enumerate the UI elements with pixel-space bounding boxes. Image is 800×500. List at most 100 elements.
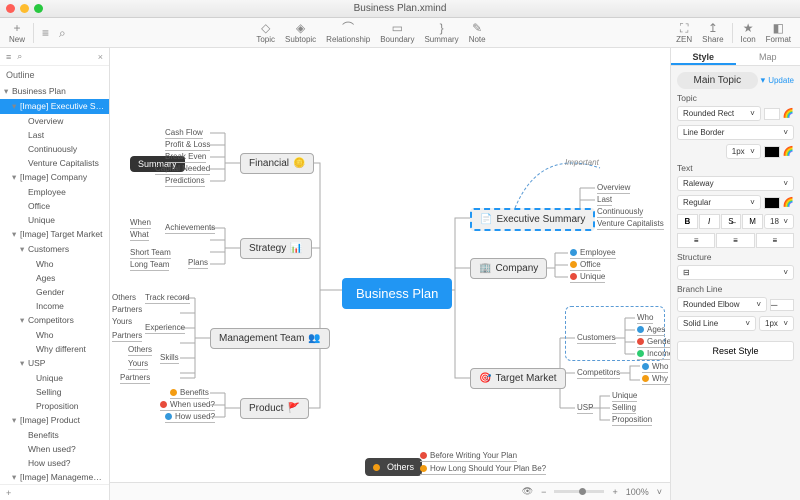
topic-button[interactable]: ◇Topic bbox=[251, 20, 280, 45]
outline-item[interactable]: ▾[Image] Product bbox=[0, 413, 109, 428]
border-width[interactable]: 1px˅ bbox=[726, 144, 761, 159]
outline-item[interactable]: ▾USP bbox=[0, 356, 109, 371]
sub[interactable]: Partners bbox=[120, 373, 150, 384]
chevron-down-icon[interactable]: ▾ bbox=[761, 75, 766, 86]
color-icon[interactable]: 🌈 bbox=[783, 197, 794, 208]
sub[interactable]: Achievements bbox=[165, 223, 215, 234]
zoom-out[interactable]: − bbox=[541, 487, 546, 497]
sub[interactable]: When bbox=[130, 218, 151, 229]
icon-button[interactable]: ★Icon bbox=[736, 20, 761, 45]
tab-map[interactable]: Map bbox=[736, 48, 800, 65]
relationship-button[interactable]: ⌒Relationship bbox=[321, 20, 375, 45]
zen-button[interactable]: ⛶ZEN bbox=[671, 20, 697, 45]
sub[interactable]: When used? bbox=[160, 400, 215, 411]
outline-item[interactable]: Benefits bbox=[0, 428, 109, 442]
sub[interactable]: Break Even bbox=[165, 152, 206, 163]
outline-item[interactable]: How used? bbox=[0, 456, 109, 470]
outline-item[interactable]: Who bbox=[0, 257, 109, 271]
product-node[interactable]: Product🚩 bbox=[240, 398, 309, 419]
outline-item[interactable]: ▾Competitors bbox=[0, 313, 109, 328]
sub[interactable]: Benefits bbox=[170, 388, 209, 399]
text-swatch[interactable] bbox=[764, 197, 780, 209]
minimize-icon[interactable] bbox=[20, 4, 29, 13]
font-size[interactable]: 18˅ bbox=[764, 214, 794, 229]
border-select[interactable]: Line Border˅ bbox=[677, 125, 794, 140]
outline-item[interactable]: Employee bbox=[0, 185, 109, 199]
outline-item[interactable]: ▾Business Plan bbox=[0, 84, 109, 99]
close-icon[interactable]: × bbox=[98, 52, 103, 62]
sub[interactable]: Yours bbox=[112, 317, 132, 326]
share-button[interactable]: ↥Share bbox=[697, 20, 728, 45]
outline-item[interactable]: Unique bbox=[0, 371, 109, 385]
outline-item[interactable]: Continuously bbox=[0, 142, 109, 156]
exec-summary-node[interactable]: 📄Executive Summary bbox=[470, 208, 595, 231]
subtopic-button[interactable]: ◈Subtopic bbox=[280, 20, 321, 45]
eye-icon[interactable]: 👁 bbox=[522, 486, 533, 497]
outline-item[interactable]: ▾[Image] Management Team bbox=[0, 470, 109, 484]
chevron-down-icon[interactable]: ˅ bbox=[657, 487, 662, 497]
sub[interactable]: Partners bbox=[112, 331, 142, 342]
sub[interactable]: Employee bbox=[570, 248, 616, 259]
note-button[interactable]: ✎Note bbox=[464, 20, 491, 45]
maximize-icon[interactable] bbox=[34, 4, 43, 13]
align-right[interactable]: ≡ bbox=[756, 233, 794, 248]
sub[interactable]: Partners bbox=[112, 305, 142, 314]
case-button[interactable]: M bbox=[742, 214, 763, 229]
outline-item[interactable]: Gender bbox=[0, 285, 109, 299]
sub[interactable]: How used? bbox=[165, 412, 215, 423]
topic-type-chip[interactable]: Main Topic bbox=[677, 72, 758, 89]
others-node[interactable]: Others bbox=[365, 458, 422, 476]
sub[interactable]: Unique bbox=[570, 272, 605, 283]
align-left[interactable]: ≡ bbox=[677, 233, 715, 248]
outline-item[interactable]: Unique bbox=[0, 213, 109, 227]
boundary-button[interactable]: ▭Boundary bbox=[375, 20, 419, 45]
tab-style[interactable]: Style bbox=[671, 48, 736, 65]
sub[interactable]: Plans bbox=[188, 258, 208, 269]
branch-style[interactable]: Solid Line˅ bbox=[677, 316, 756, 331]
sub[interactable]: Competitors bbox=[577, 368, 620, 379]
outline-item[interactable]: ▾Customers bbox=[0, 242, 109, 257]
sub[interactable]: Unique bbox=[612, 391, 637, 402]
sub[interactable]: Others bbox=[128, 345, 152, 356]
color-icon[interactable]: 🌈 bbox=[783, 146, 794, 157]
outline-item[interactable]: Ages bbox=[0, 271, 109, 285]
sub[interactable]: Skills bbox=[160, 353, 179, 364]
border-swatch[interactable] bbox=[764, 146, 780, 158]
central-topic[interactable]: Business Plan bbox=[342, 278, 452, 309]
structure-select[interactable]: ⊟˅ bbox=[677, 265, 794, 280]
list-icon[interactable]: ≡ bbox=[6, 52, 11, 62]
company-node[interactable]: 🏢Company bbox=[470, 258, 547, 279]
sub[interactable]: Office bbox=[570, 260, 601, 271]
sub[interactable]: Before Writing Your Plan bbox=[420, 451, 517, 462]
italic-button[interactable]: I bbox=[699, 214, 720, 229]
sub[interactable]: Profit & Loss bbox=[165, 140, 210, 151]
summary-button[interactable]: }Summary bbox=[419, 20, 463, 45]
sub[interactable]: What bbox=[130, 230, 149, 241]
sub[interactable]: Others bbox=[112, 293, 136, 302]
sub[interactable]: Capital Needed bbox=[155, 164, 210, 175]
sub[interactable]: Gender bbox=[637, 337, 670, 348]
search-button[interactable]: ⌕ bbox=[54, 25, 71, 41]
weight-select[interactable]: Regular˅ bbox=[677, 195, 761, 210]
sub[interactable]: Who bbox=[642, 362, 668, 373]
sub[interactable]: Yours bbox=[128, 359, 148, 370]
outline-item[interactable]: Office bbox=[0, 199, 109, 213]
reset-style-button[interactable]: Reset Style bbox=[677, 341, 794, 361]
outline-item[interactable]: Proposition bbox=[0, 399, 109, 413]
target-market-node[interactable]: 🎯Target Market bbox=[470, 368, 566, 389]
mgmt-node[interactable]: Management Team👥 bbox=[210, 328, 330, 349]
strategy-node[interactable]: Strategy📊 bbox=[240, 238, 312, 259]
outline-item[interactable]: Venture Capitalists bbox=[0, 156, 109, 170]
sub[interactable]: Overview bbox=[597, 183, 630, 194]
sub[interactable]: Short Team bbox=[130, 248, 171, 259]
sub[interactable]: Ages bbox=[637, 325, 665, 336]
outline-tree[interactable]: ▾Business Plan▾[Image] Executive Summary… bbox=[0, 84, 109, 484]
outline-item[interactable]: Last bbox=[0, 128, 109, 142]
align-center[interactable]: ≡ bbox=[716, 233, 754, 248]
mindmap-canvas[interactable]: Business Plan Summary Financial🪙 Cash Fl… bbox=[110, 48, 670, 500]
fill-swatch[interactable] bbox=[764, 108, 780, 120]
close-icon[interactable] bbox=[6, 4, 15, 13]
zoom-slider[interactable] bbox=[554, 490, 604, 493]
sub[interactable]: Proposition bbox=[612, 415, 652, 426]
sub[interactable]: Customers bbox=[577, 333, 616, 344]
